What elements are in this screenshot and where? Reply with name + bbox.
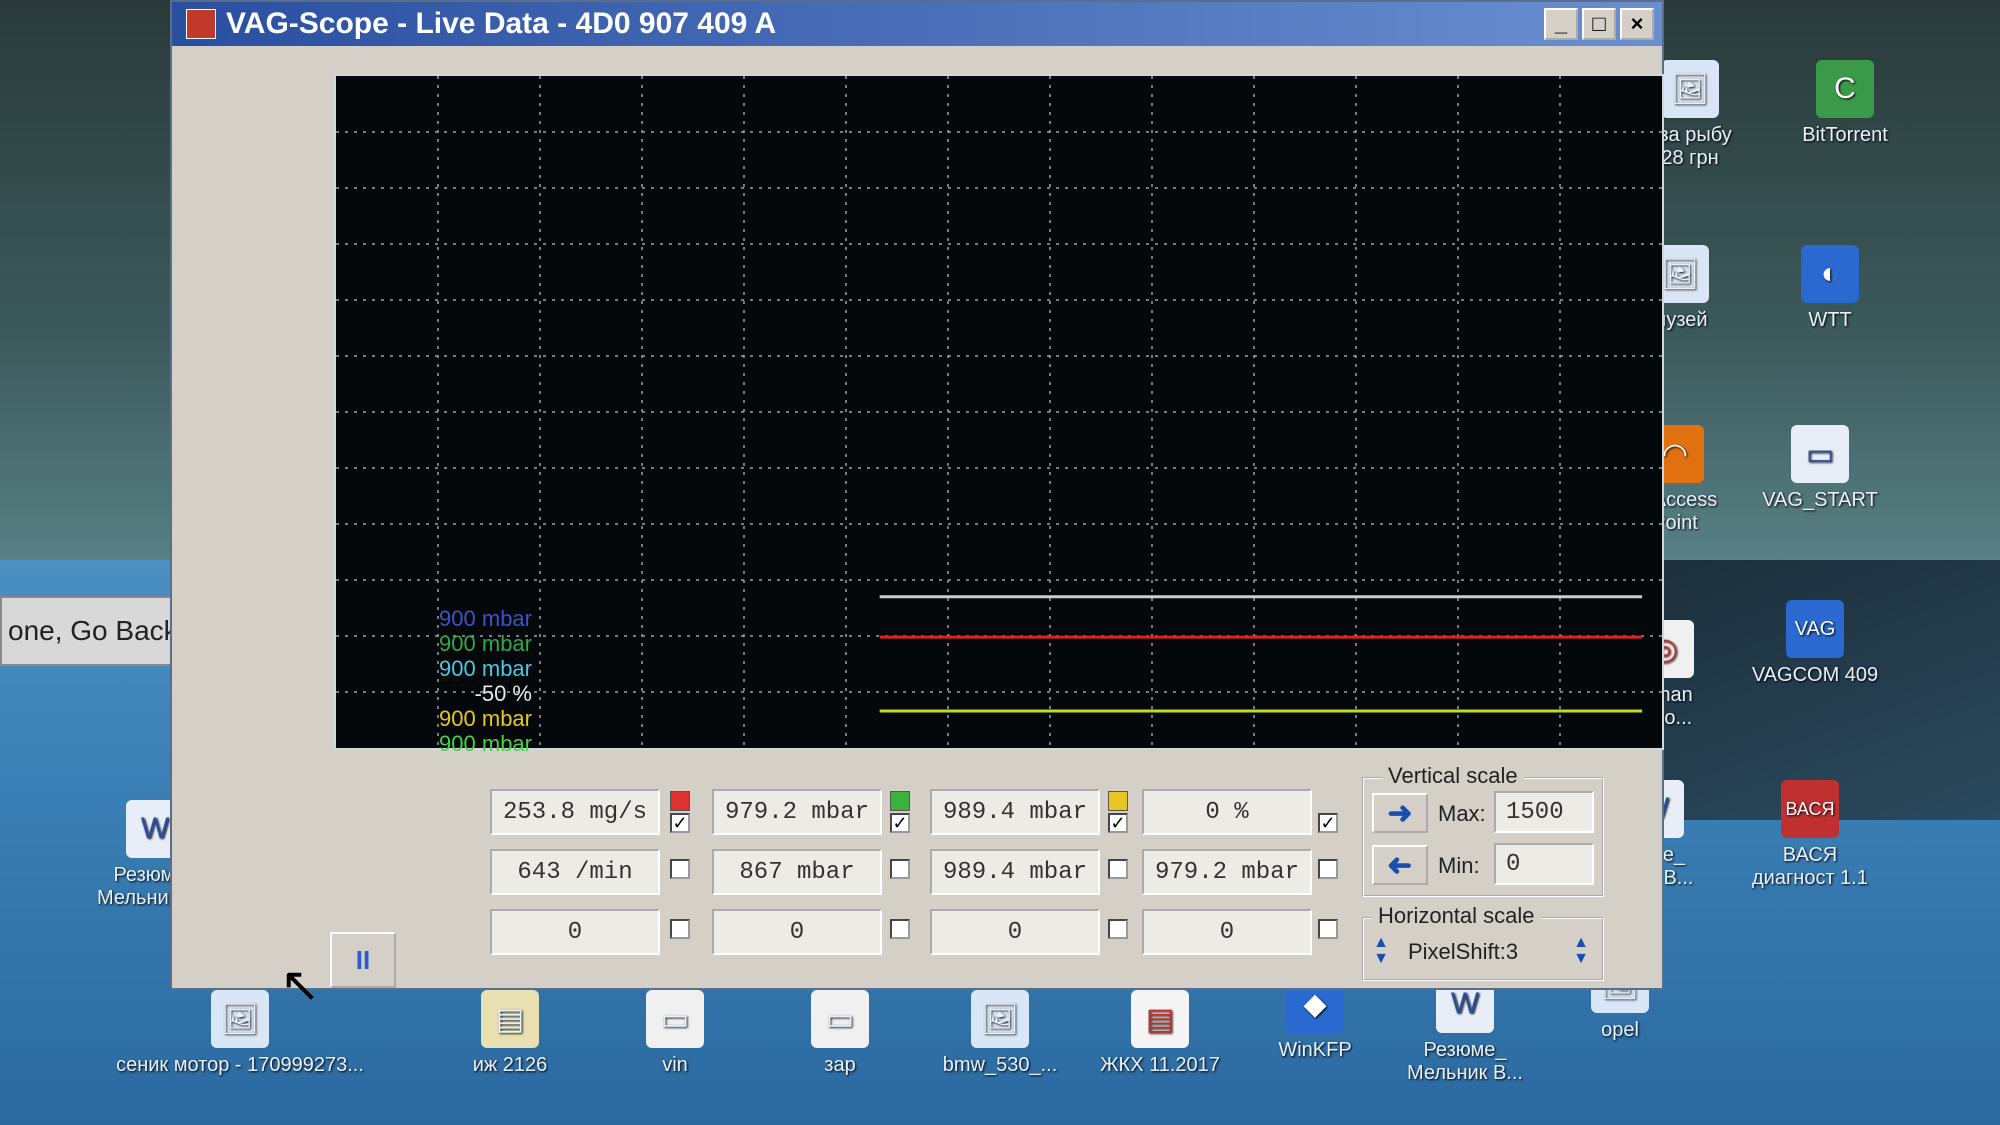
channel-value: 643 /min (490, 849, 660, 895)
desktop-icon-label: Резюме_ Мельник В... (1407, 1039, 1523, 1084)
desktop-icon-izh[interactable]: ▤ иж 2126 (435, 990, 585, 1077)
pause-button[interactable]: II (330, 932, 396, 988)
image-icon: 🖼 (971, 990, 1029, 1048)
min-input[interactable]: 0 (1494, 843, 1594, 885)
desktop-icon-bmw[interactable]: 🖼 bmw_530_... (925, 990, 1075, 1077)
desktop-icon-bittorrent[interactable]: C BitTorrent (1770, 60, 1920, 147)
channel-value: 0 % (1142, 789, 1312, 835)
desktop-icon-label: VAG_START (1762, 489, 1878, 511)
vertical-scale-title: Vertical scale (1382, 763, 1524, 789)
max-label: Max: (1438, 801, 1486, 826)
desktop-icon-label: VAGCOM 409 (1751, 664, 1879, 686)
pixel-shift-value: PixelShift:3 (1408, 939, 1519, 964)
mouse-pointer-icon: ↖ (280, 959, 321, 1012)
scope-plot (336, 76, 1662, 748)
channel-value: 979.2 mbar (712, 789, 882, 835)
desktop-icon-vag-start[interactable]: ▭ VAG_START (1745, 425, 1895, 512)
channel-checkbox[interactable] (670, 919, 690, 939)
maximize-button[interactable]: □ (1582, 8, 1616, 40)
desktop-icon-vasya[interactable]: ВАСЯ ВАСЯ диагност 1.1 (1720, 780, 1900, 890)
channel-value: 0 (1142, 909, 1312, 955)
channel-checkbox[interactable]: ✓ (1318, 813, 1338, 833)
desktop-icon-wtt[interactable]: ◐ WTT (1755, 245, 1905, 332)
desktop-icon-label: сеник мотор - 170999273... (116, 1054, 364, 1076)
max-input[interactable]: 1500 (1494, 791, 1594, 833)
channel-color-swatch (670, 791, 690, 811)
arrow-left-icon: ➜ (1387, 848, 1413, 882)
minimize-button[interactable]: _ (1544, 8, 1578, 40)
channel-value: 0 (712, 909, 882, 955)
arrow-right-icon: ➜ (1387, 796, 1413, 830)
desktop-icon-label: зар (824, 1054, 856, 1076)
desktop-icon-label: ЖКХ 11.2017 (1100, 1054, 1220, 1076)
desktop-icon-zhkh[interactable]: ▤ ЖКХ 11.2017 (1085, 990, 1235, 1077)
desktop-icon-label: bmw_530_... (942, 1054, 1058, 1076)
channel-color-swatch (1108, 791, 1128, 811)
control-panel: 253.8 mg/s ✓ 979.2 mbar ✓ 989.4 mbar ✓ 0… (172, 757, 1662, 1012)
channel-checkbox[interactable] (1318, 919, 1338, 939)
channel-value: 253.8 mg/s (490, 789, 660, 835)
channel-value: 979.2 mbar (1142, 849, 1312, 895)
vagcom-icon: VAG (1786, 600, 1844, 658)
legend-entry: 900 mbar (439, 706, 532, 731)
spin-up-button[interactable]: ▲ ▼ (1568, 931, 1594, 971)
scope-chart (334, 74, 1664, 750)
channel-checkbox[interactable] (1318, 859, 1338, 879)
desktop-icon-label: vin (662, 1054, 688, 1076)
document-icon: 🖼 (1661, 60, 1719, 118)
app-icon (186, 9, 216, 39)
channel-value: 0 (930, 909, 1100, 955)
desktop-icon-label: WinKFP (1278, 1039, 1352, 1061)
wtt-icon: ◐ (1801, 245, 1859, 303)
bittorrent-icon: C (1816, 60, 1874, 118)
horizontal-scale-title: Horizontal scale (1372, 903, 1541, 929)
scale-up-button[interactable]: ➜ (1372, 793, 1428, 833)
pdf-icon: ▤ (1131, 990, 1189, 1048)
channel-checkbox[interactable]: ✓ (890, 813, 910, 833)
desktop-icon-label: иж 2126 (472, 1054, 548, 1076)
desktop-icon-motor[interactable]: 🖼 сеник мотор - 170999273... (90, 990, 390, 1077)
window-icon: ▭ (1791, 425, 1849, 483)
channel-checkbox[interactable]: ✓ (670, 813, 690, 833)
desktop-icon-label: BitTorrent (1802, 124, 1888, 146)
channel-checkbox[interactable] (1108, 919, 1128, 939)
folder-icon: ▤ (481, 990, 539, 1048)
legend-entry: 900 mbar (439, 631, 532, 656)
channel-value: 989.4 mbar (930, 849, 1100, 895)
close-button[interactable]: × (1620, 8, 1654, 40)
channel-value: 867 mbar (712, 849, 882, 895)
legend-entry: 900 mbar (439, 606, 532, 631)
desktop-icon-label: opel (1601, 1019, 1639, 1041)
channel-checkbox[interactable] (1108, 859, 1128, 879)
channel-value: 0 (490, 909, 660, 955)
image-icon: 🖼 (211, 990, 269, 1048)
legend-entry: 900 mbar (439, 656, 532, 681)
legend-entry: -50 % (474, 681, 532, 706)
desktop-icon-label: ВАСЯ диагност 1.1 (1752, 844, 1868, 889)
channel-checkbox[interactable] (890, 919, 910, 939)
chart-legend: 900 mbar 900 mbar 900 mbar -50 % 900 mba… (232, 606, 532, 756)
desktop-icon-vagcom[interactable]: VAG VAGCOM 409 (1720, 600, 1910, 687)
channel-value: 989.4 mbar (930, 789, 1100, 835)
title-bar[interactable]: VAG-Scope - Live Data - 4D0 907 409 A _ … (172, 2, 1662, 46)
channel-checkbox[interactable] (670, 859, 690, 879)
window-title: VAG-Scope - Live Data - 4D0 907 409 A (226, 7, 777, 40)
min-label: Min: (1438, 853, 1480, 878)
legend-entry: 900 mbar (439, 731, 532, 756)
vasya-icon: ВАСЯ (1781, 780, 1839, 838)
file-icon: ▭ (811, 990, 869, 1048)
file-icon: ▭ (646, 990, 704, 1048)
desktop-icon-vin[interactable]: ▭ vin (600, 990, 750, 1077)
channel-color-swatch (890, 791, 910, 811)
desktop-icon-label: WTT (1808, 309, 1852, 331)
go-back-label: one, Go Back (8, 615, 178, 646)
desktop-icon-zar[interactable]: ▭ зар (765, 990, 915, 1077)
vag-scope-window: VAG-Scope - Live Data - 4D0 907 409 A _ … (170, 0, 1664, 1012)
spin-down-button[interactable]: ▲ ▼ (1368, 931, 1394, 971)
scale-down-button[interactable]: ➜ (1372, 845, 1428, 885)
channel-checkbox[interactable] (890, 859, 910, 879)
channel-checkbox[interactable]: ✓ (1108, 813, 1128, 833)
